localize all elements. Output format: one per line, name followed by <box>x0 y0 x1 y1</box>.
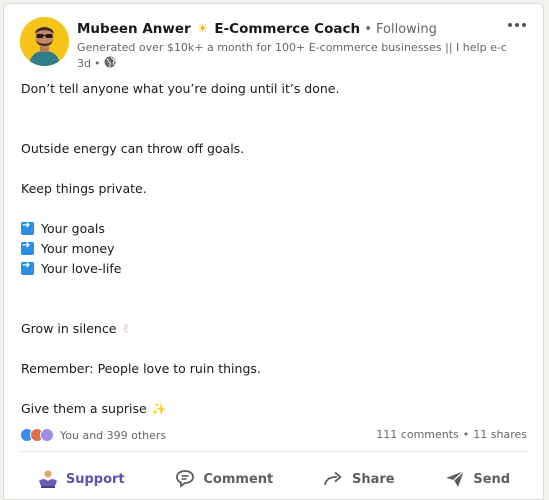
send-paper-plane-icon <box>444 469 466 489</box>
post-text-line: Don’t tell anyone what you’re doing unti… <box>21 81 340 96</box>
feed-post-card: Mubeen Anwer ☀ E-Commerce Coach • Follow… <box>3 3 544 500</box>
author-title[interactable]: E-Commerce Coach <box>214 21 360 37</box>
sun-icon: ☀ <box>196 21 209 37</box>
support-button[interactable]: Support <box>27 463 135 495</box>
list-item: Your love-life <box>21 260 122 276</box>
comment-icon <box>174 469 196 489</box>
support-reaction-icon <box>40 428 54 442</box>
post-text-line: Outside energy can throw off goals. <box>21 141 245 156</box>
post-age: 3d <box>77 57 91 70</box>
divider <box>20 451 527 452</box>
author-name-row: Mubeen Anwer ☀ E-Commerce Coach • Follow… <box>77 19 497 39</box>
victory-hand-icon: ✌ <box>121 322 132 336</box>
sparkles-icon: ✨ <box>151 402 167 416</box>
share-label: Share <box>351 471 395 487</box>
avatar-photo <box>20 17 69 66</box>
author-avatar[interactable] <box>20 17 69 66</box>
reactions-summary[interactable]: You and 399 others <box>20 428 166 442</box>
globe-icon <box>104 56 116 71</box>
more-dot-icon <box>508 23 512 27</box>
more-dot-icon <box>522 23 526 27</box>
support-hand-icon <box>37 469 59 489</box>
post-text-line: Give them a suprise ✨ <box>21 401 167 416</box>
post-text: Grow in silence <box>21 321 117 336</box>
send-label: Send <box>473 471 511 487</box>
shares-count[interactable]: 11 shares <box>473 428 527 441</box>
list-item: Your goals <box>21 220 105 236</box>
arrow-right-icon <box>21 220 34 235</box>
post-text-line: Grow in silence ✌ <box>21 321 131 336</box>
support-label: Support <box>65 471 125 487</box>
separator-dot: • <box>364 21 373 37</box>
list-item: Your money <box>21 240 115 256</box>
following-status: Following <box>376 21 437 37</box>
arrow-right-icon <box>21 260 34 275</box>
post-actions-bar: Support Comment Share Send <box>12 460 535 498</box>
comment-button[interactable]: Comment <box>164 463 283 495</box>
post-meta: 3d • <box>77 56 116 71</box>
post-text-line: Keep things private. <box>21 181 147 196</box>
comments-count[interactable]: 111 comments <box>376 428 458 441</box>
post-stats: 111 comments • 11 shares <box>376 428 527 441</box>
share-button[interactable]: Share <box>313 463 405 495</box>
author-name[interactable]: Mubeen Anwer <box>77 21 191 37</box>
post-text-line: Remember: People love to ruin things. <box>21 361 261 376</box>
comment-label: Comment <box>203 471 274 487</box>
more-options-button[interactable] <box>505 18 529 32</box>
meta-dot: • <box>93 57 101 70</box>
author-headline: Generated over $10k+ a month for 100+ E-… <box>77 41 507 54</box>
more-dot-icon <box>515 23 519 27</box>
reactions-count: You and 399 others <box>60 428 167 442</box>
stats-dot: • <box>462 428 470 441</box>
list-item-label: Your money <box>41 241 115 256</box>
list-item-label: Your goals <box>41 221 105 236</box>
list-item-label: Your love-life <box>41 261 122 276</box>
post-text: Give them a suprise <box>21 401 147 416</box>
arrow-right-icon <box>21 240 34 255</box>
send-button[interactable]: Send <box>434 463 520 495</box>
share-arrow-icon <box>323 469 345 489</box>
